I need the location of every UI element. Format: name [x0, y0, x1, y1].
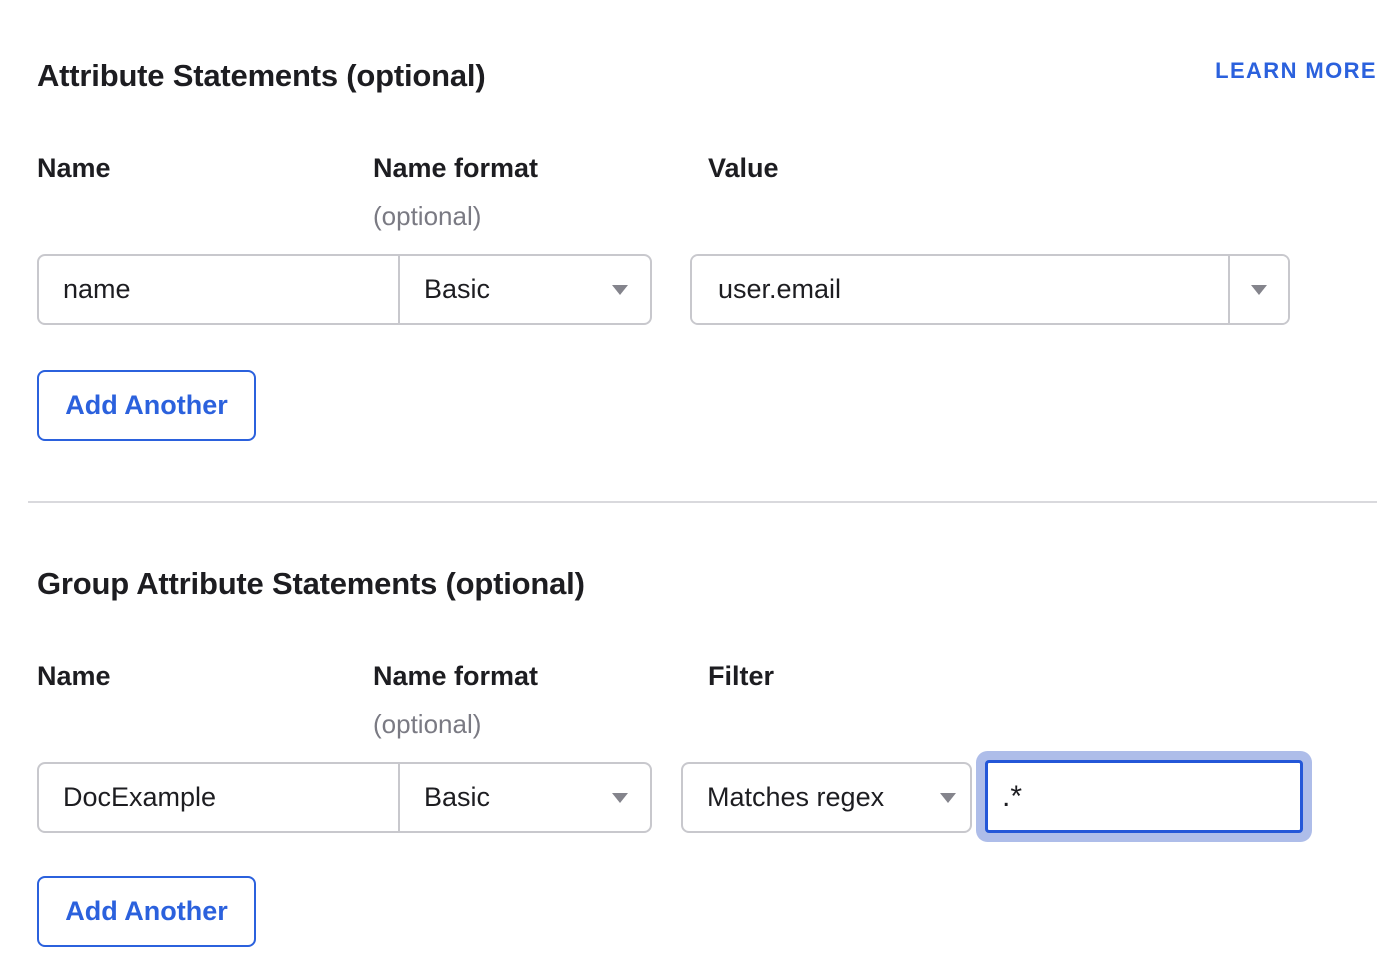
column-header-name: Name [37, 153, 111, 184]
attribute-value-combobox [690, 254, 1290, 325]
group-attribute-statements-title: Group Attribute Statements (optional) [37, 566, 585, 602]
group-column-header-name-format: Name format [373, 661, 538, 692]
learn-more-link[interactable]: LEARN MORE [1215, 58, 1377, 84]
column-header-name-format: Name format [373, 153, 538, 184]
group-column-header-name-format-optional: (optional) [373, 709, 481, 740]
group-name-input[interactable] [37, 762, 400, 833]
chevron-down-icon [612, 793, 628, 803]
chevron-down-icon [1251, 285, 1267, 295]
attribute-name-input[interactable] [37, 254, 400, 325]
attribute-statements-title: Attribute Statements (optional) [37, 58, 485, 94]
attribute-name-format-selected-value: Basic [424, 274, 490, 305]
attribute-row: Basic [37, 254, 652, 325]
section-divider [28, 501, 1377, 503]
group-name-format-select[interactable]: Basic [398, 762, 652, 833]
saml-attribute-statements-panel: Attribute Statements (optional) LEARN MO… [0, 0, 1384, 974]
add-another-attribute-button[interactable]: Add Another [37, 370, 256, 441]
group-column-header-name: Name [37, 661, 111, 692]
chevron-down-icon [612, 285, 628, 295]
group-name-format-selected-value: Basic [424, 782, 490, 813]
group-attribute-row: Basic [37, 762, 652, 833]
group-filter-type-selected-value: Matches regex [707, 782, 884, 813]
group-column-header-filter: Filter [708, 661, 774, 692]
attribute-name-format-select[interactable]: Basic [398, 254, 652, 325]
column-header-value: Value [708, 153, 779, 184]
column-header-name-format-optional: (optional) [373, 201, 481, 232]
chevron-down-icon [940, 793, 956, 803]
attribute-value-input[interactable] [692, 256, 1228, 323]
add-another-group-attribute-button[interactable]: Add Another [37, 876, 256, 947]
attribute-value-dropdown-button[interactable] [1230, 256, 1288, 323]
group-filter-type-select[interactable]: Matches regex [681, 762, 972, 833]
group-filter-value-input[interactable] [985, 760, 1303, 833]
